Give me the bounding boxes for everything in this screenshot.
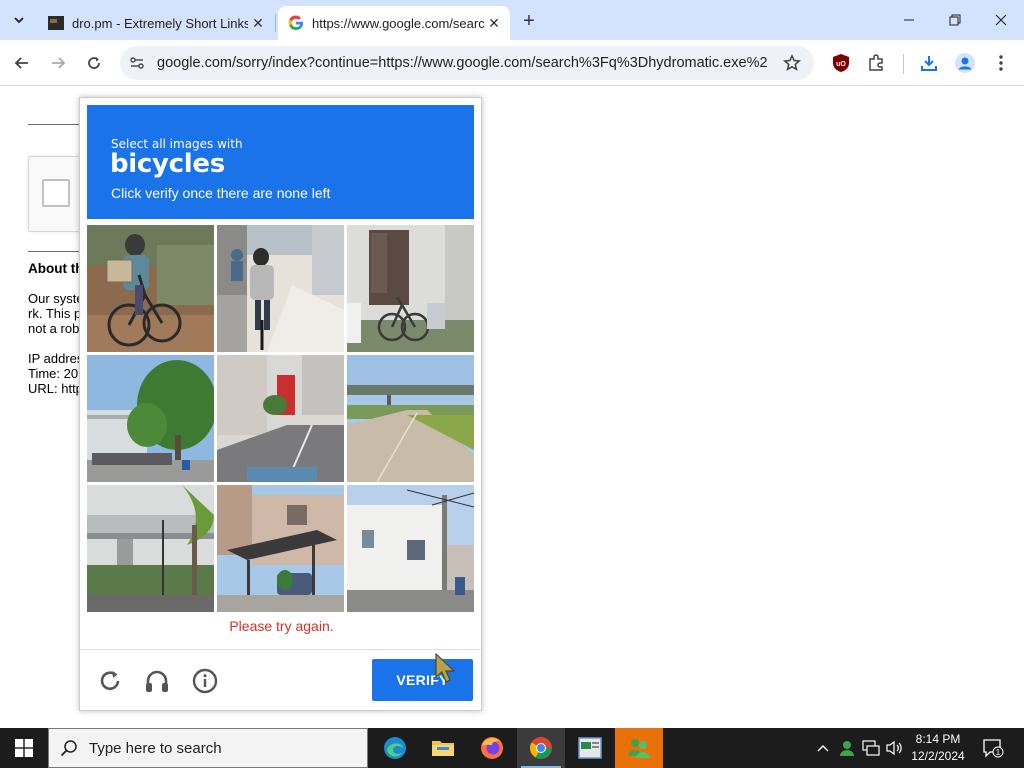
firefox-icon[interactable] bbox=[468, 728, 516, 768]
more-menu-icon[interactable] bbox=[989, 51, 1013, 75]
toolbar-divider bbox=[903, 54, 904, 74]
windows-taskbar: Type here to search 8:14 PM 12/2/2024 1 bbox=[0, 728, 1024, 768]
tab-dro-pm[interactable]: dro.pm - Extremely Short Links ✕ bbox=[40, 6, 274, 40]
image-tile-9[interactable] bbox=[347, 485, 474, 612]
profile-avatar-icon[interactable] bbox=[953, 51, 977, 75]
restore-icon[interactable] bbox=[943, 8, 967, 32]
image-tile-8[interactable] bbox=[217, 485, 344, 612]
recaptcha-checkbox[interactable] bbox=[42, 179, 70, 207]
ip-address-line: IP addres bbox=[28, 351, 84, 366]
network-icon[interactable] bbox=[860, 728, 882, 768]
about-heading: About th bbox=[28, 261, 84, 276]
para-line: Our syste bbox=[28, 291, 84, 306]
site-settings-icon[interactable] bbox=[128, 54, 146, 72]
image-tile-6[interactable] bbox=[347, 355, 474, 482]
challenge-header: Select all images with bicycles Click ve… bbox=[87, 105, 474, 219]
notification-center-icon[interactable]: 1 bbox=[980, 728, 1006, 768]
google-favicon-icon bbox=[288, 15, 304, 31]
tab-separator bbox=[275, 14, 276, 32]
para-line: not a rob bbox=[28, 321, 80, 336]
notification-count: 1 bbox=[996, 748, 1001, 757]
browser-toolbar: google.com/sorry/index?continue=https://… bbox=[0, 40, 1024, 86]
instruction-subtext: Click verify once there are none left bbox=[111, 185, 331, 201]
tab-close-icon[interactable]: ✕ bbox=[484, 13, 504, 33]
image-tile-2[interactable] bbox=[217, 225, 344, 352]
audio-challenge-headphones-icon[interactable] bbox=[143, 667, 171, 695]
edge-icon[interactable] bbox=[371, 728, 419, 768]
tab-google[interactable]: https://www.google.com/search ✕ bbox=[278, 6, 510, 40]
recaptcha-challenge-dialog: Select all images with bicycles Click ve… bbox=[79, 97, 482, 711]
image-tile-4[interactable] bbox=[87, 355, 214, 482]
users-app-icon[interactable] bbox=[615, 728, 663, 768]
svg-text:uO: uO bbox=[836, 61, 846, 68]
mouse-cursor-icon bbox=[435, 653, 456, 683]
address-bar[interactable]: google.com/sorry/index?continue=https://… bbox=[120, 46, 814, 80]
forward-arrow-icon[interactable] bbox=[46, 51, 70, 75]
app-window-icon[interactable] bbox=[566, 728, 614, 768]
reload-challenge-icon[interactable] bbox=[96, 667, 124, 695]
chrome-icon[interactable] bbox=[517, 728, 565, 768]
clock-date: 12/2/2024 bbox=[911, 749, 965, 763]
minimize-icon[interactable] bbox=[897, 8, 921, 32]
time-line: Time: 20 bbox=[28, 366, 79, 381]
start-windows-icon[interactable] bbox=[0, 728, 48, 768]
image-tile-3[interactable] bbox=[347, 225, 474, 352]
tab-close-icon[interactable]: ✕ bbox=[248, 13, 268, 33]
show-hidden-icons-chevron-icon[interactable] bbox=[813, 728, 833, 768]
tab-title: dro.pm - Extremely Short Links bbox=[72, 15, 248, 31]
image-grid bbox=[87, 225, 474, 612]
system-clock[interactable]: 8:14 PM 12/2/2024 bbox=[905, 731, 971, 765]
bookmark-star-icon[interactable] bbox=[782, 53, 802, 73]
info-help-icon[interactable] bbox=[191, 667, 219, 695]
image-tile-1[interactable] bbox=[87, 225, 214, 352]
ublock-origin-icon[interactable]: uO bbox=[829, 51, 853, 75]
close-window-icon[interactable] bbox=[989, 8, 1013, 32]
image-tile-7[interactable] bbox=[87, 485, 214, 612]
volume-icon[interactable] bbox=[883, 728, 905, 768]
divider bbox=[28, 251, 83, 252]
taskbar-search-input[interactable]: Type here to search bbox=[48, 728, 368, 768]
url-line[interactable]: URL: http bbox=[28, 381, 83, 396]
search-placeholder: Type here to search bbox=[89, 739, 222, 757]
footer-divider bbox=[80, 649, 481, 650]
dro-pm-favicon-icon bbox=[48, 15, 64, 31]
para-line: rk. This p bbox=[28, 306, 82, 321]
target-object: bicycles bbox=[110, 149, 225, 179]
new-tab-plus-icon[interactable]: + bbox=[518, 10, 540, 32]
tab-title: https://www.google.com/search bbox=[312, 15, 484, 31]
tab-strip: dro.pm - Extremely Short Links ✕ https:/… bbox=[0, 0, 1024, 40]
file-explorer-icon[interactable] bbox=[419, 728, 467, 768]
error-message: Please try again. bbox=[229, 618, 334, 634]
url-text[interactable]: google.com/sorry/index?continue=https://… bbox=[157, 55, 767, 71]
user-status-icon[interactable] bbox=[836, 728, 858, 768]
extensions-puzzle-icon[interactable] bbox=[864, 51, 888, 75]
image-tile-5[interactable] bbox=[217, 355, 344, 482]
divider bbox=[28, 124, 83, 125]
clock-time: 8:14 PM bbox=[915, 732, 961, 746]
tab-search-chevron-icon[interactable] bbox=[8, 9, 30, 31]
back-arrow-icon[interactable] bbox=[10, 51, 34, 75]
reload-icon[interactable] bbox=[82, 51, 106, 75]
search-icon bbox=[49, 728, 89, 768]
download-icon[interactable] bbox=[917, 51, 941, 75]
